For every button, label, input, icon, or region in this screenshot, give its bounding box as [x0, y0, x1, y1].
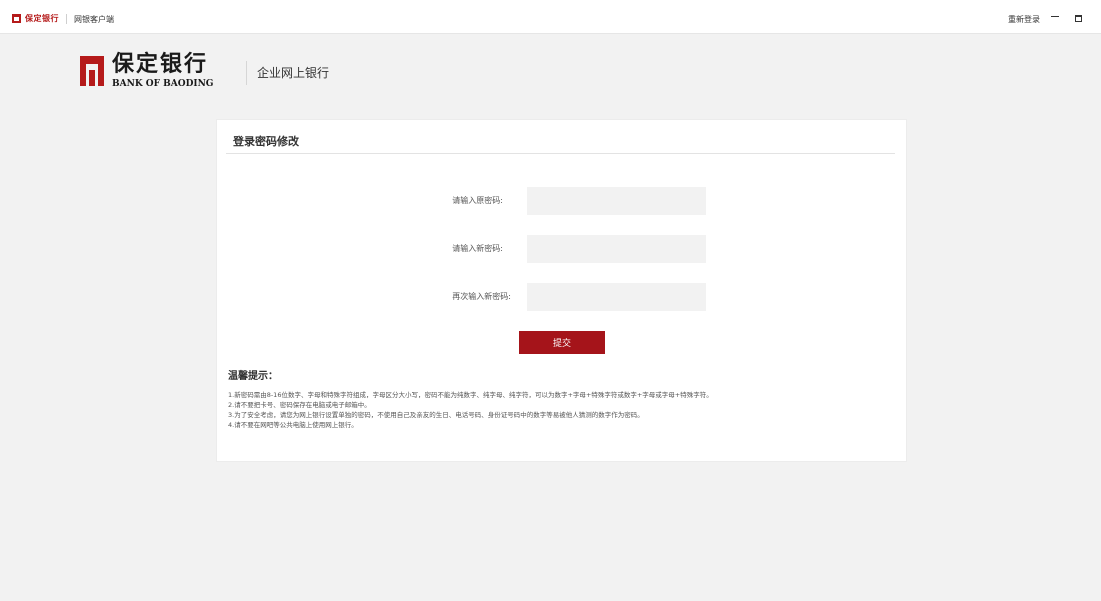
old-password-input[interactable] — [527, 187, 706, 215]
bank-logo-icon — [12, 14, 21, 23]
brand-words: 保定银行 BANK OF BAODING — [112, 51, 214, 89]
old-password-label: 请输入原密码: — [452, 196, 503, 205]
relogin-button[interactable]: 重新登录 — [1008, 14, 1040, 25]
tips-list: 1.新密码需由8-16位数字、字母和特殊字符组成，字母区分大小写，密码不能为纯数… — [228, 390, 713, 430]
brand-header: 保定银行 BANK OF BAODING — [80, 51, 214, 89]
tip-item: 2.请不要把卡号、密码保存在电脑或电子邮箱中。 — [228, 401, 371, 409]
brand-name-cn: 保定银行 — [112, 51, 209, 77]
panel-title: 登录密码修改 — [233, 135, 299, 148]
confirm-password-input[interactable] — [527, 283, 706, 311]
minimize-icon[interactable] — [1051, 16, 1059, 17]
titlebar-logo: 保定银行 — [12, 13, 59, 24]
confirm-password-label: 再次输入新密码: — [452, 292, 511, 301]
titlebar-logo-text: 保定银行 — [25, 14, 59, 23]
new-password-label: 请输入新密码: — [452, 244, 503, 253]
tips-title: 温馨提示： — [228, 371, 278, 382]
new-password-input[interactable] — [527, 235, 706, 263]
app-name: 网银客户端 — [74, 15, 114, 24]
titlebar-divider — [66, 14, 67, 24]
submit-button[interactable]: 提交 — [519, 331, 605, 354]
tip-item: 4.请不要在网吧等公共电脑上使用网上银行。 — [228, 421, 358, 429]
title-bar: 保定银行 网银客户端 重新登录 — [0, 0, 1101, 34]
brand-divider — [246, 61, 247, 85]
tip-item: 3.为了安全考虑，请您为网上银行设置单独的密码，不使用自己及亲友的生日、电话号码… — [228, 411, 644, 419]
tip-item: 1.新密码需由8-16位数字、字母和特殊字符组成，字母区分大小写，密码不能为纯数… — [228, 391, 713, 399]
panel-divider — [226, 153, 895, 154]
brand-subtitle: 企业网上银行 — [257, 66, 330, 80]
maximize-icon[interactable] — [1075, 15, 1082, 22]
brand-name-en: BANK OF BAODING — [112, 78, 214, 89]
bank-logo-icon — [80, 56, 104, 86]
